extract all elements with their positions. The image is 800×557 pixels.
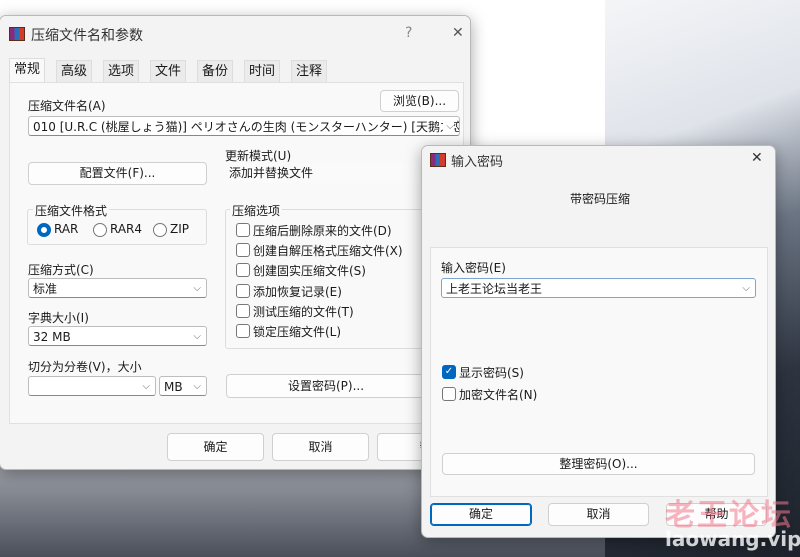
title-bar: 压缩文件名和参数 ? ✕ <box>0 16 470 52</box>
dialog-title: 压缩文件名和参数 <box>31 28 143 44</box>
organize-passwords-button[interactable]: 整理密码(O)... <box>442 453 755 475</box>
cancel-button[interactable]: 取消 <box>272 433 369 461</box>
radio-rar-label: RAR <box>54 222 79 236</box>
option-checkbox[interactable] <box>236 223 250 237</box>
chevron-down-icon[interactable]: ⌵ <box>142 377 150 395</box>
option-checkbox[interactable] <box>236 243 250 257</box>
update-mode-select[interactable]: 添加并替换文件 <box>225 163 425 183</box>
option-checkbox[interactable] <box>236 324 250 338</box>
winrar-logo-icon <box>9 27 25 41</box>
dictionary-label: 字典大小(I) <box>28 311 89 325</box>
chevron-down-icon[interactable]: ⌵ <box>443 117 454 135</box>
radio-zip[interactable] <box>153 223 167 237</box>
option-label: 创建固实压缩文件(S) <box>253 264 366 278</box>
tab-general[interactable]: 常规 <box>9 58 46 82</box>
dialog-title: 输入密码 <box>451 155 504 170</box>
tab-comment[interactable]: 注释 <box>291 60 328 82</box>
password-label: 输入密码(E) <box>441 261 506 275</box>
chevron-down-icon[interactable]: ⌵ <box>193 327 201 345</box>
ok-button[interactable]: 确定 <box>167 433 264 461</box>
radio-zip-label: ZIP <box>170 222 189 236</box>
option-label: 创建自解压格式压缩文件(X) <box>253 244 403 258</box>
archive-name-label: 压缩文件名(A) <box>28 99 106 113</box>
archive-name-combobox[interactable]: 010 [U.R.C (桃屋しょう猫)] ペリオさんの生肉 (モンスターハンター… <box>28 116 460 136</box>
option-checkbox[interactable] <box>236 304 250 318</box>
chevron-down-icon[interactable]: ⌵ <box>193 377 201 395</box>
tab-options[interactable]: 选项 <box>103 60 140 82</box>
split-label: 切分为分卷(V)，大小 <box>28 360 142 374</box>
dialog-heading: 带密码压缩 <box>570 192 631 206</box>
chevron-down-icon[interactable]: ⌵ <box>193 279 201 297</box>
tab-advanced[interactable]: 高级 <box>56 60 93 82</box>
encrypt-filenames-label: 加密文件名(N) <box>459 388 538 402</box>
encrypt-filenames-checkbox[interactable] <box>442 387 456 401</box>
cancel-button[interactable]: 取消 <box>548 503 649 526</box>
option-label: 锁定压缩文件(L) <box>253 325 342 339</box>
radio-rar4[interactable] <box>93 223 107 237</box>
show-password-checkbox[interactable]: ✓ <box>442 365 456 379</box>
option-label: 压缩后删除原来的文件(D) <box>253 224 392 238</box>
watermark-url: laowang.vip <box>665 527 800 551</box>
method-select[interactable]: 标准 ⌵ <box>28 278 207 298</box>
radio-rar4-label: RAR4 <box>110 222 143 236</box>
close-icon[interactable]: ✕ <box>751 150 763 166</box>
radio-rar[interactable] <box>37 223 51 237</box>
browse-button[interactable]: 浏览(B)... <box>380 90 459 112</box>
option-checkbox[interactable] <box>236 263 250 277</box>
tab-backup[interactable]: 备份 <box>197 60 234 82</box>
show-password-label: 显示密码(S) <box>459 366 524 380</box>
split-size-combobox[interactable]: ⌵ <box>28 376 156 396</box>
option-label: 添加恢复记录(E) <box>253 285 342 299</box>
archive-options-dialog: 压缩文件名和参数 ? ✕ 常规 高级 选项 文件 备份 时间 注释 压缩文件名(… <box>0 15 471 470</box>
winrar-logo-icon <box>430 153 446 167</box>
tab-time[interactable]: 时间 <box>244 60 281 82</box>
options-group-label: 压缩选项 <box>230 202 283 219</box>
password-dialog: 输入密码 ✕ 带密码压缩 输入密码(E) 上老王论坛当老王 ⌵ ✓ 显示密码(S)… <box>421 145 776 538</box>
profiles-button[interactable]: 配置文件(F)... <box>28 162 207 185</box>
title-bar: 输入密码 ✕ <box>422 146 775 182</box>
set-password-button[interactable]: 设置密码(P)... <box>226 374 426 398</box>
close-icon[interactable]: ✕ <box>452 25 464 41</box>
option-checkbox[interactable] <box>236 284 250 298</box>
split-unit-select[interactable]: MB ⌵ <box>159 376 207 396</box>
update-mode-label: 更新模式(U) <box>225 149 292 163</box>
dictionary-select[interactable]: 32 MB ⌵ <box>28 326 207 346</box>
method-label: 压缩方式(C) <box>28 263 94 277</box>
option-label: 测试压缩的文件(T) <box>253 305 354 319</box>
chevron-down-icon[interactable]: ⌵ <box>742 279 750 297</box>
password-combobox[interactable]: 上老王论坛当老王 ⌵ <box>441 278 756 298</box>
format-group-label: 压缩文件格式 <box>33 202 110 219</box>
tab-files[interactable]: 文件 <box>150 60 187 82</box>
ok-button[interactable]: 确定 <box>430 503 532 526</box>
help-icon[interactable]: ? <box>405 25 412 41</box>
